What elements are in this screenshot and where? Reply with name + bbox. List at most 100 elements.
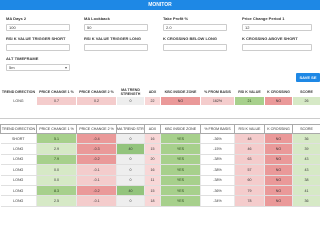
- column-header[interactable]: KBC INSIDE ZONE: [160, 124, 201, 134]
- table-cell: -0.3: [76, 143, 117, 155]
- table-cell: NO: [264, 143, 293, 155]
- table-cell: 5.1: [36, 133, 77, 145]
- column-header[interactable]: PRICE CHANGE 2 %: [76, 86, 117, 97]
- price-change-period-1-input[interactable]: 12: [242, 24, 312, 31]
- k-crossing-below-long-input[interactable]: [163, 44, 227, 51]
- table-cell: 8.3: [36, 185, 77, 197]
- column-header[interactable]: MA TREND STRENGTH: [116, 124, 145, 134]
- table-cell: 0: [116, 175, 145, 186]
- table-cell: YES: [160, 133, 201, 145]
- detail-header-row: TREND DIRECTION PRICE CHANGE 1 % PRICE C…: [0, 124, 320, 134]
- table-cell: -0.2: [76, 154, 117, 166]
- table-cell: 0: [116, 96, 145, 106]
- table-cell: 0.7: [36, 96, 77, 106]
- column-header[interactable]: PRICE CHANGE 1 %: [36, 86, 77, 97]
- ma-days-2-field: MA Days 2 100: [6, 16, 70, 31]
- table-cell: 15: [144, 143, 161, 155]
- field-label: Take Profit %: [163, 16, 189, 21]
- take-profit-input[interactable]: 2.0: [163, 24, 227, 31]
- table-row: LONG 0.0 -0.1 0 16 YES -38% 57 NO 43: [0, 164, 320, 176]
- table-cell: 2.9: [36, 143, 77, 155]
- table-cell: 16: [144, 164, 161, 176]
- table-row: LONG 8.3 -0.2 40 15 YES -36% 79 NO 41: [0, 185, 320, 197]
- table-cell: 162%: [200, 96, 235, 106]
- column-header[interactable]: RSI K VALUE: [234, 124, 265, 134]
- table-cell: -0.1: [76, 175, 117, 186]
- table-cell: NO: [264, 96, 293, 106]
- column-header[interactable]: K CROSSING: [264, 124, 293, 134]
- table-cell: -38%: [200, 164, 235, 176]
- summary-table: TREND DIRECTION PRICE CHANGE 1 % PRICE C…: [0, 86, 320, 106]
- table-cell: 40: [116, 143, 145, 155]
- column-header[interactable]: MA TREND STRENGTH: [116, 86, 145, 97]
- table-cell: 20: [144, 154, 161, 166]
- table-cell: 40: [116, 185, 145, 197]
- table-cell: 2.5: [36, 195, 77, 207]
- field-label: RSI K VALUE TRIGGER SHORT: [6, 36, 66, 41]
- app-title-bar: MONITOR: [0, 0, 320, 10]
- detail-table: TREND DIRECTION PRICE CHANGE 1 % PRICE C…: [0, 124, 320, 207]
- alt-timeframe-field: ALT TIMEFRAME 5m ▾: [6, 56, 70, 71]
- column-header[interactable]: ADX: [144, 86, 161, 97]
- table-cell: 38: [292, 175, 320, 186]
- column-header[interactable]: ADX: [144, 124, 161, 134]
- ma-lookback-input[interactable]: 50: [84, 24, 148, 31]
- k-crossing-above-short-field: K CROSSING ABOVE SHORT: [242, 36, 312, 51]
- table-cell: YES: [160, 154, 201, 166]
- table-cell: NO: [264, 195, 293, 207]
- rsi-k-trigger-long-input[interactable]: [84, 44, 148, 51]
- table-cell: 43: [292, 164, 320, 176]
- ma-days-2-input[interactable]: 100: [6, 24, 70, 31]
- alt-timeframe-select[interactable]: 5m ▾: [6, 64, 70, 71]
- table-cell: LONG: [0, 175, 37, 186]
- table-row: LONG 0.0 -0.1 0 11 YES -38% 60 NO 38: [0, 175, 320, 186]
- table-cell: 0.0: [36, 164, 77, 176]
- column-header[interactable]: SCORE: [292, 124, 320, 134]
- field-label: ALT TIMEFRAME: [6, 56, 39, 61]
- summary-header-row: TREND DIRECTION PRICE CHANGE 1 % PRICE C…: [0, 86, 320, 97]
- table-cell: 57: [234, 164, 265, 176]
- table-cell: NO: [264, 154, 293, 166]
- table-row: LONG 2.5 -0.1 0 18 YES -34% 78 NO 36: [0, 195, 320, 207]
- column-header[interactable]: TREND DIRECTION: [0, 124, 37, 134]
- column-header[interactable]: PRICE CHANGE 1 %: [36, 124, 77, 134]
- table-cell: NO: [264, 133, 293, 145]
- table-cell: 18: [144, 195, 161, 207]
- field-label: MA Lookback: [84, 16, 110, 21]
- table-cell: 0: [116, 195, 145, 207]
- table-cell: 60: [234, 175, 265, 186]
- column-header[interactable]: % FROM BASIS: [200, 86, 235, 97]
- divider: [0, 118, 320, 119]
- save-settings-button[interactable]: SAVE SE: [296, 73, 320, 82]
- column-header[interactable]: RSI K VALUE: [234, 86, 265, 97]
- chevron-down-icon: ▾: [64, 65, 67, 70]
- column-header[interactable]: K CROSSING: [264, 86, 293, 97]
- table-cell: 78: [234, 195, 265, 207]
- column-header[interactable]: KBC INSIDE ZONE: [160, 86, 201, 97]
- table-cell: -0.4: [76, 133, 117, 145]
- table-cell: 11: [144, 175, 161, 186]
- rsi-k-trigger-short-input[interactable]: [6, 44, 70, 51]
- table-row: SHORT 5.1 -0.4 0 16 YES -36% 48 NO 36: [0, 133, 320, 145]
- table-cell: 21: [234, 96, 265, 106]
- column-header[interactable]: PRICE CHANGE 2 %: [76, 124, 117, 134]
- table-cell: -0.2: [76, 185, 117, 197]
- ma-lookback-field: MA Lookback 50: [84, 16, 148, 31]
- table-cell: -38%: [200, 175, 235, 186]
- table-cell: 0: [116, 164, 145, 176]
- table-cell: 36: [292, 195, 320, 207]
- table-cell: LONG: [0, 143, 37, 155]
- table-cell: 0.0: [36, 175, 77, 186]
- column-header[interactable]: TREND DIRECTION: [0, 86, 37, 97]
- table-cell: NO: [264, 164, 293, 176]
- table-cell: YES: [160, 185, 201, 197]
- table-cell: YES: [160, 143, 201, 155]
- table-cell: LONG: [0, 96, 37, 106]
- summary-row: LONG 0.7 0.2 0 22 NO 162% 21 NO 26: [0, 96, 320, 106]
- table-cell: 0.2: [76, 96, 117, 106]
- k-crossing-above-short-input[interactable]: [242, 44, 312, 51]
- column-header[interactable]: % FROM BASIS: [200, 124, 235, 134]
- column-header[interactable]: SCORE: [292, 86, 320, 97]
- table-cell: LONG: [0, 154, 37, 166]
- k-crossing-below-long-field: K CROSSING BELOW LONG: [163, 36, 227, 51]
